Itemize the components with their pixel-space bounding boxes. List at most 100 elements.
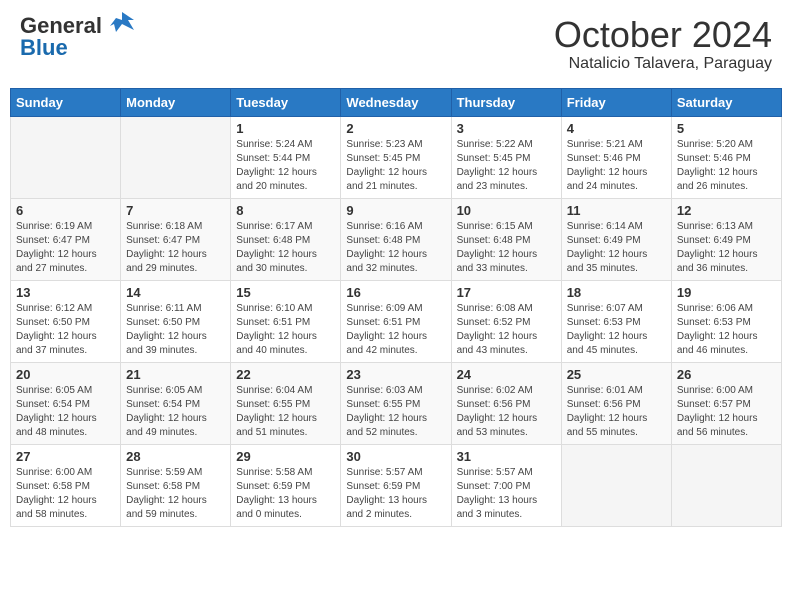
calendar-cell (11, 116, 121, 198)
day-info: Sunrise: 5:22 AMSunset: 5:45 PMDaylight:… (457, 138, 556, 194)
calendar-cell: 28 Sunrise: 5:59 AMSunset: 6:58 PMDayligh… (121, 444, 231, 526)
calendar-cell: 9Sunrise: 6:16 AMSunset: 6:48 PMDaylight… (341, 198, 451, 280)
day-info: Sunrise: 6:09 AMSunset: 6:51 PMDaylight:… (346, 302, 445, 358)
logo-bird-icon (108, 10, 136, 43)
day-number: 29 (236, 449, 335, 464)
day-info: Sunrise: 6:00 AMSunset: 6:58 PMDaylight:… (16, 466, 115, 522)
calendar-cell: 8 Sunrise: 6:17 AMSunset: 6:48 PMDaylight… (231, 198, 341, 280)
weekday-header-sunday: Sunday (11, 88, 121, 116)
day-info: Sunrise: 6:02 AMSunset: 6:56 PMDaylight:… (457, 384, 556, 440)
day-number: 24 (457, 367, 556, 382)
calendar-cell: 12 Sunrise: 6:13 AMSunset: 6:49 PMDayligh… (671, 198, 781, 280)
calendar-week-2: 6Sunrise: 6:19 AMSunset: 6:47 PMDaylight… (11, 198, 782, 280)
day-info: Sunrise: 6:13 AMSunset: 6:49 PMDaylight:… (677, 220, 776, 276)
calendar-week-5: 27Sunrise: 6:00 AMSunset: 6:58 PMDayligh… (11, 444, 782, 526)
day-info: Sunrise: 6:19 AMSunset: 6:47 PMDaylight:… (16, 220, 115, 276)
day-info: Sunrise: 6:16 AMSunset: 6:48 PMDaylight:… (346, 220, 445, 276)
calendar-cell: 4Sunrise: 5:21 AMSunset: 5:46 PMDaylight… (561, 116, 671, 198)
day-number: 10 (457, 203, 556, 218)
title-block: October 2024 Natalicio Talavera, Paragua… (554, 15, 772, 73)
day-number: 11 (567, 203, 666, 218)
calendar-cell (561, 444, 671, 526)
day-number: 3 (457, 121, 556, 136)
calendar-cell: 14 Sunrise: 6:11 AMSunset: 6:50 PMDayligh… (121, 280, 231, 362)
calendar-cell: 18Sunrise: 6:07 AMSunset: 6:53 PMDayligh… (561, 280, 671, 362)
calendar-cell: 6Sunrise: 6:19 AMSunset: 6:47 PMDaylight… (11, 198, 121, 280)
day-info: Sunrise: 6:12 AMSunset: 6:50 PMDaylight:… (16, 302, 115, 358)
logo-blue-text: Blue (20, 37, 102, 59)
calendar-cell: 7 Sunrise: 6:18 AMSunset: 6:47 PMDaylight… (121, 198, 231, 280)
day-number: 8 (236, 203, 335, 218)
day-number: 1 (236, 121, 335, 136)
day-number: 22 (236, 367, 335, 382)
location-title: Natalicio Talavera, Paraguay (554, 55, 772, 73)
day-number: 25 (567, 367, 666, 382)
calendar-cell: 3 Sunrise: 5:22 AMSunset: 5:45 PMDaylight… (451, 116, 561, 198)
day-number: 5 (677, 121, 776, 136)
day-info: Sunrise: 5:58 AMSunset: 6:59 PMDaylight:… (236, 466, 335, 522)
calendar-cell: 10 Sunrise: 6:15 AMSunset: 6:48 PMDayligh… (451, 198, 561, 280)
day-info: Sunrise: 6:11 AMSunset: 6:50 PMDaylight:… (126, 302, 225, 358)
day-info: Sunrise: 6:05 AMSunset: 6:54 PMDaylight:… (16, 384, 115, 440)
day-number: 23 (346, 367, 445, 382)
weekday-header-saturday: Saturday (671, 88, 781, 116)
calendar-cell: 21 Sunrise: 6:05 AMSunset: 6:54 PMDayligh… (121, 362, 231, 444)
calendar-cell: 17Sunrise: 6:08 AMSunset: 6:52 PMDayligh… (451, 280, 561, 362)
day-info: Sunrise: 6:14 AMSunset: 6:49 PMDaylight:… (567, 220, 666, 276)
day-info: Sunrise: 6:05 AMSunset: 6:54 PMDaylight:… (126, 384, 225, 440)
day-number: 13 (16, 285, 115, 300)
calendar-cell: 11 Sunrise: 6:14 AMSunset: 6:49 PMDayligh… (561, 198, 671, 280)
day-number: 12 (677, 203, 776, 218)
calendar-cell: 13 Sunrise: 6:12 AMSunset: 6:50 PMDayligh… (11, 280, 121, 362)
day-info: Sunrise: 5:57 AMSunset: 7:00 PMDaylight:… (457, 466, 556, 522)
logo-general-text: General (20, 15, 102, 37)
day-info: Sunrise: 6:18 AMSunset: 6:47 PMDaylight:… (126, 220, 225, 276)
day-number: 14 (126, 285, 225, 300)
day-info: Sunrise: 6:17 AMSunset: 6:48 PMDaylight:… (236, 220, 335, 276)
day-info: Sunrise: 5:24 AMSunset: 5:44 PMDaylight:… (236, 138, 335, 194)
calendar-cell: 1 Sunrise: 5:24 AMSunset: 5:44 PMDaylight… (231, 116, 341, 198)
calendar-cell: 27Sunrise: 6:00 AMSunset: 6:58 PMDayligh… (11, 444, 121, 526)
day-number: 30 (346, 449, 445, 464)
day-info: Sunrise: 6:15 AMSunset: 6:48 PMDaylight:… (457, 220, 556, 276)
day-info: Sunrise: 6:01 AMSunset: 6:56 PMDaylight:… (567, 384, 666, 440)
calendar-table: SundayMondayTuesdayWednesdayThursdayFrid… (10, 88, 782, 527)
calendar-cell: 31Sunrise: 5:57 AMSunset: 7:00 PMDayligh… (451, 444, 561, 526)
page-header: General Blue October 2024 Natalicio Tala… (10, 10, 782, 78)
calendar-cell: 29 Sunrise: 5:58 AMSunset: 6:59 PMDayligh… (231, 444, 341, 526)
day-number: 21 (126, 367, 225, 382)
day-number: 16 (346, 285, 445, 300)
calendar-week-1: 1 Sunrise: 5:24 AMSunset: 5:44 PMDaylight… (11, 116, 782, 198)
day-number: 4 (567, 121, 666, 136)
day-info: Sunrise: 6:08 AMSunset: 6:52 PMDaylight:… (457, 302, 556, 358)
calendar-cell: 16 Sunrise: 6:09 AMSunset: 6:51 PMDayligh… (341, 280, 451, 362)
weekday-header-friday: Friday (561, 88, 671, 116)
day-info: Sunrise: 5:23 AMSunset: 5:45 PMDaylight:… (346, 138, 445, 194)
calendar-cell: 24 Sunrise: 6:02 AMSunset: 6:56 PMDayligh… (451, 362, 561, 444)
day-number: 15 (236, 285, 335, 300)
logo: General Blue (20, 15, 136, 59)
weekday-header-thursday: Thursday (451, 88, 561, 116)
day-info: Sunrise: 5:59 AMSunset: 6:58 PMDaylight:… (126, 466, 225, 522)
day-info: Sunrise: 6:00 AMSunset: 6:57 PMDaylight:… (677, 384, 776, 440)
day-number: 18 (567, 285, 666, 300)
calendar-cell: 15Sunrise: 6:10 AMSunset: 6:51 PMDayligh… (231, 280, 341, 362)
calendar-cell: 19Sunrise: 6:06 AMSunset: 6:53 PMDayligh… (671, 280, 781, 362)
day-number: 19 (677, 285, 776, 300)
day-number: 7 (126, 203, 225, 218)
weekday-header-tuesday: Tuesday (231, 88, 341, 116)
weekday-header-wednesday: Wednesday (341, 88, 451, 116)
calendar-cell: 2 Sunrise: 5:23 AMSunset: 5:45 PMDaylight… (341, 116, 451, 198)
calendar-cell: 23 Sunrise: 6:03 AMSunset: 6:55 PMDayligh… (341, 362, 451, 444)
weekday-header-monday: Monday (121, 88, 231, 116)
day-info: Sunrise: 6:04 AMSunset: 6:55 PMDaylight:… (236, 384, 335, 440)
day-number: 2 (346, 121, 445, 136)
calendar-cell: 20 Sunrise: 6:05 AMSunset: 6:54 PMDayligh… (11, 362, 121, 444)
month-title: October 2024 (554, 15, 772, 55)
day-number: 20 (16, 367, 115, 382)
weekday-header-row: SundayMondayTuesdayWednesdayThursdayFrid… (11, 88, 782, 116)
calendar-cell: 30Sunrise: 5:57 AMSunset: 6:59 PMDayligh… (341, 444, 451, 526)
day-info: Sunrise: 6:03 AMSunset: 6:55 PMDaylight:… (346, 384, 445, 440)
calendar-week-4: 20 Sunrise: 6:05 AMSunset: 6:54 PMDayligh… (11, 362, 782, 444)
day-number: 28 (126, 449, 225, 464)
